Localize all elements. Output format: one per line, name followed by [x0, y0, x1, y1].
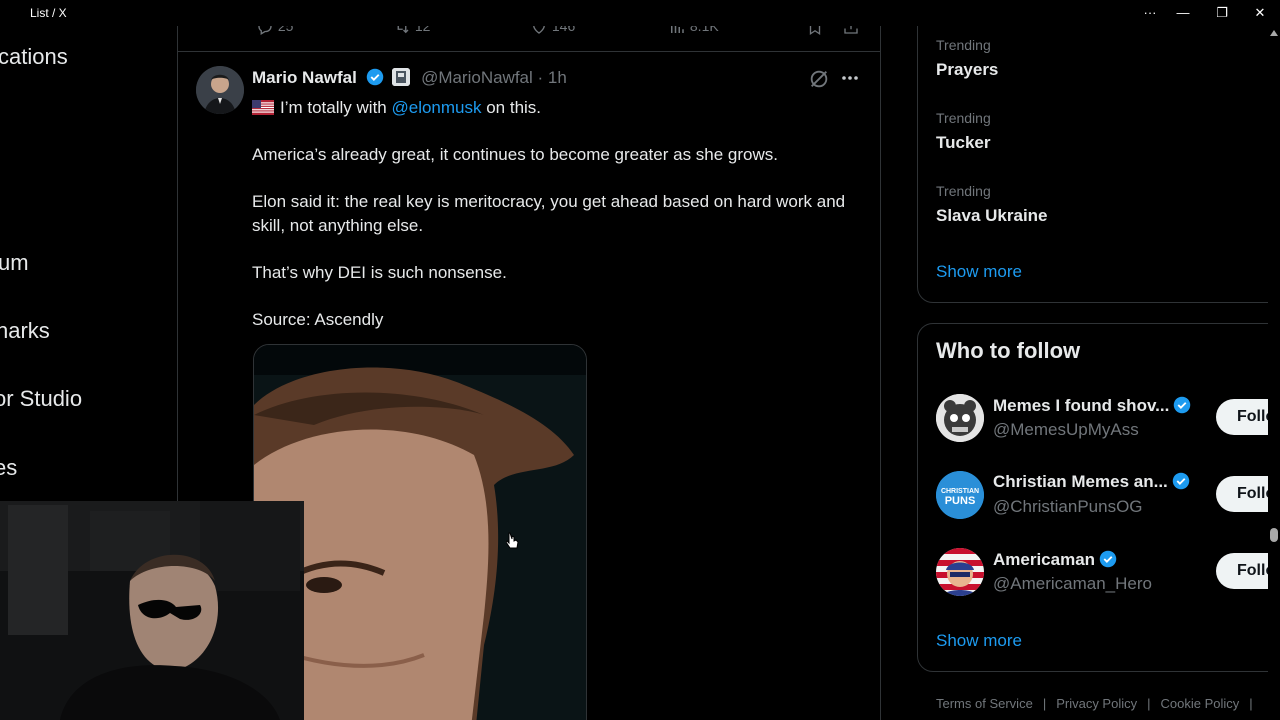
us-flag-icon: [252, 100, 274, 115]
footer-separator: |: [1042, 696, 1047, 711]
who-to-follow-title: Who to follow: [936, 338, 1081, 363]
share-action[interactable]: [842, 26, 860, 36]
window-title: List / X: [30, 6, 67, 20]
trend-item-slava-ukraine[interactable]: Slava Ukraine: [936, 206, 1048, 226]
views-count: 8.1K: [689, 26, 719, 34]
grok-icon[interactable]: [808, 68, 830, 95]
footer-link-terms[interactable]: Terms of Service: [936, 696, 1033, 711]
views-action[interactable]: 8.1K: [668, 26, 719, 36]
share-icon: [844, 26, 858, 34]
previous-tweet-actions: 25 12 146 8.1K: [178, 26, 880, 52]
trend-item-tucker[interactable]: Tucker: [936, 133, 991, 153]
tweet-paragraph: That’s why DEI is such nonsense.: [252, 263, 507, 282]
tweet-paragraph: America’s already great, it continues to…: [252, 145, 779, 164]
more-options-icon[interactable]: [840, 68, 860, 93]
account-handle[interactable]: @Americaman_Hero: [993, 574, 1152, 594]
avatar[interactable]: [936, 394, 984, 442]
tweet-author-name[interactable]: Mario Nawfal: [252, 68, 357, 87]
views-icon: [671, 26, 684, 34]
tweet-author-avatar[interactable]: [196, 66, 244, 114]
avatar[interactable]: [936, 548, 984, 596]
close-button[interactable]: ✕: [1250, 4, 1270, 22]
tweet-line1-start: I’m totally with: [280, 98, 392, 117]
webcam-overlay: [0, 501, 304, 720]
repost-icon: [397, 26, 409, 34]
tweet-text: I’m totally with @elonmusk on this. Amer…: [252, 96, 862, 332]
right-sidebar: Trending Prayers Trending Tucker Trendin…: [900, 26, 1280, 720]
mention-link[interactable]: @elonmusk: [391, 98, 481, 117]
column-divider-right: [880, 26, 881, 720]
footer-separator: |: [1147, 696, 1151, 711]
minimize-button[interactable]: —: [1173, 4, 1193, 22]
svg-text:PUNS: PUNS: [945, 495, 976, 507]
like-action[interactable]: 146: [530, 26, 575, 36]
trend-label: Trending: [936, 37, 991, 53]
window-titlebar: List / X ··· — ❐ ✕: [0, 0, 1280, 26]
like-count: 146: [551, 26, 576, 34]
reply-icon: [258, 26, 272, 36]
trends-show-more-link[interactable]: Show more: [936, 262, 1022, 282]
maximize-button[interactable]: ❐: [1212, 4, 1232, 22]
reply-action[interactable]: 25: [256, 26, 293, 36]
verified-badge-icon: [366, 68, 383, 86]
tweet-header: Mario Nawfal @MarioNawfal · 1h: [252, 68, 567, 90]
bookmark-action[interactable]: [806, 26, 824, 36]
account-handle[interactable]: @ChristianPunsOG: [993, 497, 1143, 517]
verified-badge-icon: [1172, 472, 1190, 490]
mouse-cursor-icon: [505, 532, 520, 555]
account-name[interactable]: Christian Memes an...: [993, 472, 1194, 492]
scroll-up-arrow-icon[interactable]: [1270, 30, 1278, 36]
avatar[interactable]: CHRISTIAN PUNS: [936, 471, 984, 519]
scrollbar-thumb[interactable]: [1270, 528, 1278, 542]
nav-item-premium[interactable]: um: [0, 250, 29, 276]
heart-icon: [533, 26, 545, 35]
tweet-author-handle[interactable]: @MarioNawfal: [421, 68, 533, 87]
nav-item-notifications[interactable]: cations: [0, 44, 68, 70]
verified-badge-icon: [1174, 396, 1191, 414]
footer-separator: |: [1249, 696, 1253, 711]
footer-link-privacy[interactable]: Privacy Policy: [1056, 696, 1137, 711]
who-to-follow-show-more-link[interactable]: Show more: [936, 631, 1022, 651]
verified-badge-icon: [1099, 550, 1117, 568]
nav-item-more[interactable]: es: [0, 455, 17, 481]
reply-count: 25: [277, 26, 294, 34]
tweet-paragraph: Elon said it: the real key is meritocrac…: [252, 192, 846, 235]
account-handle[interactable]: @MemesUpMyAss: [993, 420, 1139, 440]
footer-link-cookie[interactable]: Cookie Policy: [1161, 696, 1240, 711]
account-name[interactable]: Memes I found shov...: [993, 396, 1195, 416]
repost-count: 12: [414, 26, 431, 34]
trend-item-prayers[interactable]: Prayers: [936, 60, 998, 80]
tweet-paragraph: Source: Ascendly: [252, 310, 384, 329]
repost-action[interactable]: 12: [393, 26, 430, 36]
bookmark-icon: [809, 26, 821, 36]
page-scrollbar[interactable]: [1268, 26, 1280, 720]
footer-links: Terms of Service | Privacy Policy | Cookie P…: [936, 696, 1263, 711]
affiliation-badge-icon[interactable]: [392, 68, 411, 86]
nav-item-bookmarks[interactable]: narks: [0, 318, 50, 344]
tweet-line1-end: on this.: [481, 98, 542, 117]
svg-text:CHRISTIAN: CHRISTIAN: [941, 488, 979, 495]
nav-item-creator-studio[interactable]: or Studio: [0, 386, 82, 412]
tweet-time[interactable]: · 1h: [538, 68, 567, 87]
window-menu-button[interactable]: ···: [1140, 4, 1160, 22]
trend-label: Trending: [936, 183, 991, 199]
account-name[interactable]: Americaman: [993, 550, 1121, 570]
trend-label: Trending: [936, 110, 991, 126]
